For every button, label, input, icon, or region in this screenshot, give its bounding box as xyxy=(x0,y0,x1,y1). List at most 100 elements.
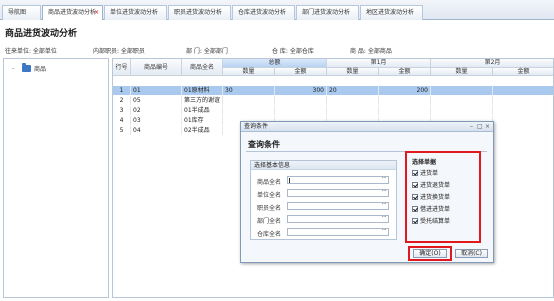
field-label-goods: 商品全名 xyxy=(257,179,282,186)
browse-icon[interactable]: ··· xyxy=(382,188,387,195)
cell-goods-code: 04 xyxy=(131,126,182,135)
collapse-icon[interactable]: – xyxy=(12,66,19,72)
ok-button[interactable]: 确定(O) xyxy=(413,249,447,258)
minimize-icon[interactable]: – xyxy=(470,123,473,131)
filter-staff: 内部职员: 全部职员 xyxy=(93,48,145,55)
cell-m2-amount xyxy=(493,126,553,135)
tab-label: 地区进货波动分析 xyxy=(366,9,415,16)
ok-button-highlight: 确定(O) xyxy=(408,246,452,261)
checkbox-purchase-exchange[interactable]: 进货换货单 xyxy=(412,192,450,201)
cell-m1-amount xyxy=(379,96,431,105)
close-icon[interactable]: × xyxy=(485,123,490,131)
cell-total-qty: 30 xyxy=(223,86,275,95)
col-header-total-qty[interactable]: 数量 xyxy=(223,68,275,76)
checkbox-borrow-purchase[interactable]: 借进进货单 xyxy=(412,204,450,213)
field-label-dept: 部门全名 xyxy=(257,218,282,225)
cell-goods-name: 02半成品 xyxy=(182,126,223,135)
checkbox-checked-icon[interactable] xyxy=(412,181,418,188)
cell-goods-name: 第三方的谢谊 xyxy=(182,96,223,105)
cell-m2-amount xyxy=(493,116,553,125)
browse-icon[interactable]: ··· xyxy=(382,175,387,182)
tab-navigation[interactable]: 导航图 xyxy=(2,5,41,20)
dept-name-field[interactable]: ··· xyxy=(287,214,389,223)
goods-name-field[interactable]: ··· xyxy=(287,175,389,184)
col-header-m2-amount[interactable]: 金额 xyxy=(493,68,553,76)
basic-info-group: 选择基本信息 商品全名 ··· 单位全名 ··· 职员全名 ··· 部门全名 ·… xyxy=(250,160,397,240)
goods-tree: – 商品 xyxy=(3,58,109,298)
tab-region-purchase-analysis[interactable]: 地区进货波动分析 xyxy=(360,5,423,20)
close-tab-icon[interactable]: × xyxy=(94,6,99,20)
cell-m2-amount xyxy=(493,86,553,95)
filter-unit: 往来单位: 全部单位 xyxy=(5,48,57,55)
checkbox-checked-icon[interactable] xyxy=(412,217,418,224)
tree-node-label: 商品 xyxy=(34,66,47,73)
cell-goods-name: 01原材料 xyxy=(182,86,223,95)
cell-m1-qty: 20 xyxy=(327,86,379,95)
browse-icon[interactable]: ··· xyxy=(382,201,387,208)
checkbox-label: 借进进货单 xyxy=(420,206,451,213)
tab-label: 商品进货波动分析 xyxy=(48,9,97,16)
col-header-goods-code[interactable]: 商品编号 xyxy=(131,59,182,76)
tab-dept-purchase-analysis[interactable]: 部门进货波动分析 xyxy=(296,5,359,20)
col-header-total-amount[interactable]: 金额 xyxy=(275,68,327,76)
maximize-icon[interactable]: □ xyxy=(477,123,483,131)
dialog-titlebar[interactable]: 查询条件 – □ × xyxy=(241,122,493,132)
checkbox-label: 进货换货单 xyxy=(420,194,451,201)
cancel-button[interactable]: 取消(C) xyxy=(455,249,488,258)
cell-row-no: 1 xyxy=(113,86,131,95)
cell-goods-name: 01库存 xyxy=(182,116,223,125)
unit-name-field[interactable]: ··· xyxy=(287,188,389,197)
cell-total-amount xyxy=(275,96,327,105)
group-header-month2: 第2月 xyxy=(431,59,553,68)
tab-unit-purchase-analysis[interactable]: 单位进货波动分析 xyxy=(104,5,167,20)
browse-icon[interactable]: ··· xyxy=(382,214,387,221)
warehouse-name-field[interactable]: ··· xyxy=(287,227,389,236)
table-row[interactable]: 3 02 01半成品 xyxy=(113,106,553,115)
cell-m1-amount: 200 xyxy=(379,86,431,95)
bill-type-title: 选择单据 xyxy=(412,159,437,166)
tree-node-goods[interactable]: – 商品 xyxy=(12,63,47,73)
col-header-row-no[interactable]: 行号 xyxy=(113,59,131,76)
tab-label: 导航图 xyxy=(8,9,27,16)
cell-goods-code: 05 xyxy=(131,96,182,105)
cell-m1-amount xyxy=(379,106,431,115)
cell-m1-qty xyxy=(327,96,379,105)
cell-row-no: 2 xyxy=(113,96,131,105)
tab-staff-purchase-analysis[interactable]: 职员进货波动分析 xyxy=(168,5,231,20)
page-title: 商品进货波动分析 xyxy=(5,29,78,39)
checkbox-purchase-return[interactable]: 进货退货单 xyxy=(412,180,450,189)
browse-icon[interactable]: ··· xyxy=(382,227,387,234)
checkbox-checked-icon[interactable] xyxy=(412,205,418,212)
col-header-m1-qty[interactable]: 数量 xyxy=(327,68,379,76)
col-header-m2-qty[interactable]: 数量 xyxy=(431,68,493,76)
checkbox-checked-icon[interactable] xyxy=(412,169,418,176)
query-conditions-dialog: 查询条件 – □ × 查询条件 选择基本信息 商品全名 ··· 单位全名 ···… xyxy=(240,121,494,263)
cell-goods-code: 03 xyxy=(131,116,182,125)
cell-m2-qty xyxy=(431,106,493,115)
checkbox-checked-icon[interactable] xyxy=(412,193,418,200)
cell-m2-amount xyxy=(493,96,553,105)
col-header-m1-amount[interactable]: 金额 xyxy=(379,68,431,76)
field-label-warehouse: 仓库全名 xyxy=(257,231,282,238)
table-row[interactable]: 1 01 01原材料 30 300 20 200 xyxy=(113,86,553,95)
filter-warehouse: 仓 库: 全部仓库 xyxy=(272,48,314,55)
col-header-goods-name[interactable]: 商品全名 xyxy=(182,59,223,76)
table-row[interactable]: 2 05 第三方的谢谊 xyxy=(113,96,553,105)
tab-label: 仓库进货波动分析 xyxy=(238,9,287,16)
dialog-heading: 查询条件 xyxy=(248,140,280,149)
folder-icon xyxy=(22,63,31,72)
tab-warehouse-purchase-analysis[interactable]: 仓库进货波动分析 xyxy=(232,5,295,20)
cell-row-no: 4 xyxy=(113,116,131,125)
field-label-unit: 单位全名 xyxy=(257,192,282,199)
staff-name-field[interactable]: ··· xyxy=(287,201,389,210)
text-cursor xyxy=(289,178,290,183)
tab-goods-purchase-analysis[interactable]: 商品进货波动分析 × xyxy=(42,5,103,20)
checkbox-label: 进货退货单 xyxy=(420,182,451,189)
cell-goods-name: 01半成品 xyxy=(182,106,223,115)
checkbox-consignment-settlement[interactable]: 受托结算单 xyxy=(412,216,450,225)
checkbox-purchase-bill[interactable]: 进货单 xyxy=(412,168,438,177)
cell-total-amount: 300 xyxy=(275,86,327,95)
cell-total-qty xyxy=(223,96,275,105)
tab-label: 部门进货波动分析 xyxy=(302,9,351,16)
group-header-total: 总额 xyxy=(223,59,327,68)
